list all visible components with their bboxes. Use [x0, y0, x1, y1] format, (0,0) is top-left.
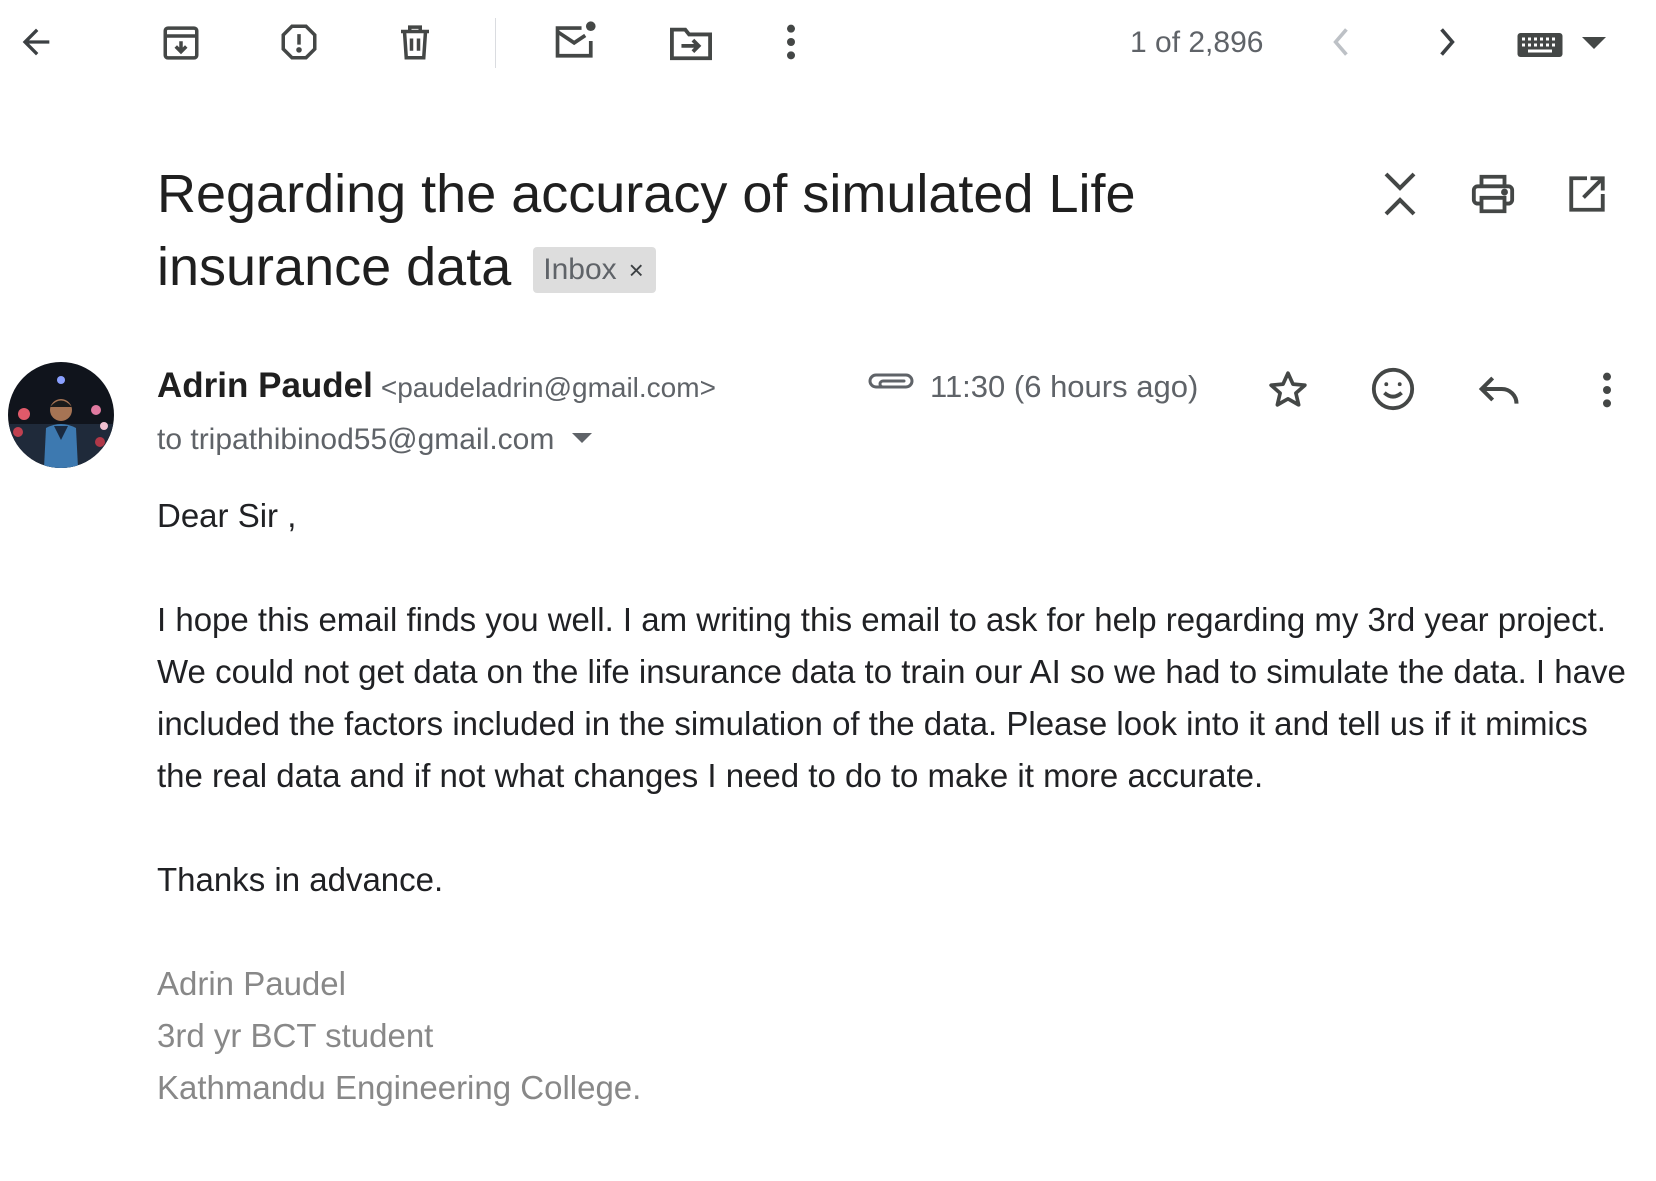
back-arrow-icon[interactable] [16, 22, 56, 62]
more-vertical-icon[interactable] [784, 22, 798, 62]
signature-college: Kathmandu Engineering College. [157, 1069, 642, 1106]
label-text: Inbox [543, 253, 617, 286]
chevron-right-icon[interactable] [1432, 24, 1462, 60]
print-icon[interactable] [1470, 172, 1516, 216]
email-subject: Regarding the accuracy of simulated Life… [157, 158, 1307, 304]
reply-icon[interactable] [1478, 370, 1522, 408]
recipient-line: to tripathibinod55@gmail.com [157, 420, 593, 460]
signature-role: 3rd yr BCT student [157, 1017, 434, 1054]
pagination-count: 1 of 2,896 [1130, 26, 1264, 59]
message-more-icon[interactable] [1600, 370, 1614, 410]
inbox-label-chip[interactable]: Inbox × [533, 247, 656, 293]
mark-unread-icon[interactable] [552, 18, 600, 64]
attachment-icon [866, 370, 916, 394]
move-to-icon[interactable] [668, 22, 714, 64]
sender-email: <paudeladrin@gmail.com> [380, 372, 716, 403]
signature-name: Adrin Paudel [157, 965, 346, 1002]
chevron-left-icon[interactable] [1326, 24, 1356, 60]
archive-icon[interactable] [160, 22, 202, 64]
closing: Thanks in advance. [157, 861, 444, 898]
collapse-all-icon[interactable] [1380, 170, 1420, 218]
body-paragraph-1: I hope this email finds you well. I am w… [157, 601, 1606, 638]
star-icon[interactable] [1266, 368, 1310, 412]
greeting: Dear Sir , [157, 497, 297, 534]
report-spam-icon[interactable] [278, 21, 320, 63]
remove-label-icon[interactable]: × [629, 255, 644, 285]
show-details-icon[interactable] [572, 433, 593, 443]
avatar[interactable] [8, 362, 114, 468]
open-new-window-icon[interactable] [1566, 173, 1608, 215]
toolbar-separator [495, 18, 496, 68]
sender-info: Adrin Paudel <paudeladrin@gmail.com> [157, 366, 716, 413]
sender-name[interactable]: Adrin Paudel [157, 366, 373, 405]
keyboard-icon[interactable] [1516, 30, 1564, 60]
message-time: 11:30 (6 hours ago) [930, 369, 1199, 404]
delete-icon[interactable] [394, 21, 436, 63]
emoji-reaction-icon[interactable] [1370, 366, 1416, 412]
body-paragraph-2: We could not get data on the life insura… [157, 653, 1626, 794]
chevron-down-icon[interactable] [1582, 36, 1606, 50]
recipient-text: to tripathibinod55@gmail.com [157, 423, 555, 456]
email-body: Dear Sir , I hope this email finds you w… [157, 490, 1627, 1114]
